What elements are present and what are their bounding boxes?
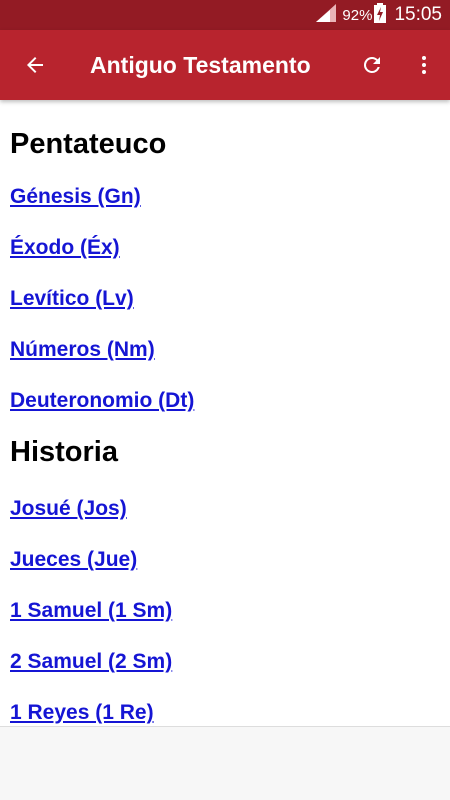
book-link-jueces[interactable]: Jueces (Jue) [10, 547, 450, 573]
book-link-2-samuel[interactable]: 2 Samuel (2 Sm) [10, 649, 450, 675]
overflow-menu-icon [422, 56, 426, 74]
refresh-button[interactable] [346, 30, 398, 100]
refresh-icon [363, 56, 380, 73]
status-bar: 92% 15:05 [0, 0, 450, 30]
bottom-area [0, 726, 450, 800]
overflow-menu-button[interactable] [398, 30, 450, 100]
book-link-josue[interactable]: Josué (Jos) [10, 496, 450, 522]
back-button[interactable] [0, 30, 70, 100]
book-link-deuteronomio[interactable]: Deuteronomio (Dt) [10, 388, 450, 414]
section-heading-pentateuco: Pentateuco [10, 128, 167, 160]
battery-percent: 92% [342, 6, 373, 24]
clock: 15:05 [394, 4, 442, 25]
section-heading-historia: Historia [10, 436, 118, 468]
page-title: Antiguo Testamento [90, 51, 311, 78]
book-link-genesis[interactable]: Génesis (Gn) [10, 184, 450, 210]
back-arrow-icon [27, 57, 43, 73]
book-link-1-reyes[interactable]: 1 Reyes (1 Re) [10, 700, 450, 726]
book-link-levitico[interactable]: Levítico (Lv) [10, 286, 450, 312]
book-link-numeros[interactable]: Números (Nm) [10, 337, 450, 363]
book-link-1-samuel[interactable]: 1 Samuel (1 Sm) [10, 598, 450, 624]
book-link-exodo[interactable]: Éxodo (Éx) [10, 235, 450, 261]
signal-icon [316, 3, 337, 27]
battery-charging-icon [374, 2, 387, 28]
book-list[interactable]: Pentateuco Génesis (Gn) Éxodo (Éx) Levít… [0, 100, 450, 726]
app-bar: Antiguo Testamento [0, 30, 450, 100]
